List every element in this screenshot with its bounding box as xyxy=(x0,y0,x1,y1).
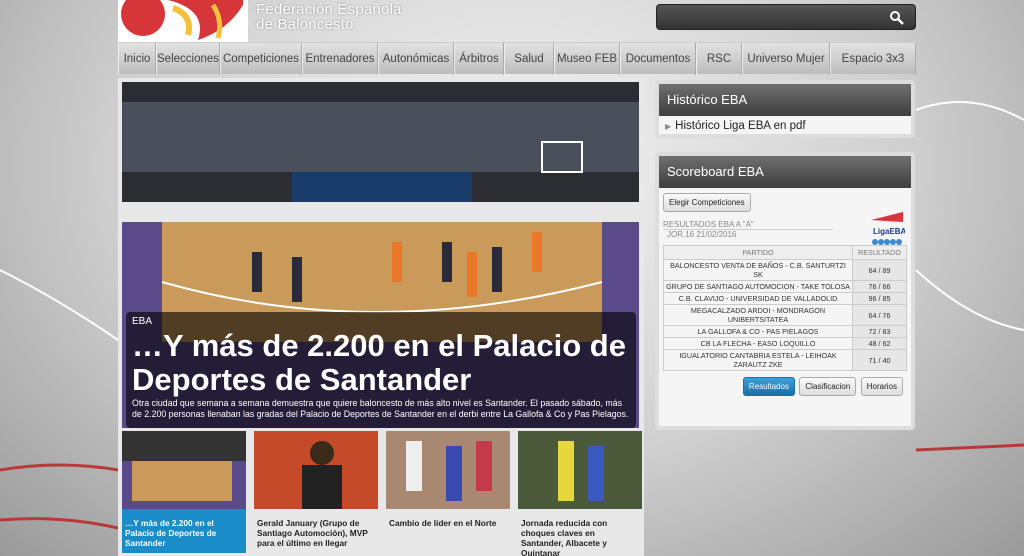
match-cell: BALONCESTO VENTA DE BAÑOS - C.B. SANTURT… xyxy=(663,259,853,281)
tab-resultados[interactable]: Resultados xyxy=(742,377,795,396)
search-input[interactable] xyxy=(656,4,916,30)
historico-link[interactable]: ▶ Histórico Liga EBA en pdf xyxy=(659,116,911,136)
tab-clasificacion[interactable]: Clasificacion xyxy=(799,377,857,396)
nav-item-universo-mujer[interactable]: Universo Mujer xyxy=(742,43,830,75)
historico-panel: Histórico EBA ▶ Histórico Liga EBA en pdf xyxy=(655,80,915,138)
table-row: LA GALLOFA & CO - PAS PIELAGOS 72 / 83 xyxy=(663,325,907,338)
result-cell: 96 / 85 xyxy=(852,292,907,305)
tab-horarios[interactable]: Horarios xyxy=(860,377,903,396)
nav-item-rsc[interactable]: RSC xyxy=(696,43,742,75)
news-thumb-4[interactable]: Jornada reducida con choques claves en S… xyxy=(518,431,642,556)
brand-line2: de Baloncesto xyxy=(256,16,354,33)
results-title: RESULTADOS EBA A "A" xyxy=(663,220,833,230)
thumb-photo xyxy=(254,431,378,509)
thumb-photo xyxy=(518,431,642,509)
svg-text:LigaEBA: LigaEBA xyxy=(873,227,905,236)
nav-item-entrenadores[interactable]: Entrenadores xyxy=(302,43,378,75)
result-cell: 71 / 40 xyxy=(852,349,907,371)
scoreboard-tabs: Resultados Clasificacion Horarios xyxy=(663,376,907,396)
thumb-photo xyxy=(122,431,246,509)
search-icon[interactable] xyxy=(889,10,905,26)
liga-eba-logo: LigaEBA xyxy=(871,212,905,245)
results-table: PARTIDO RESULTADO BALONCESTO VENTA DE BA… xyxy=(663,245,907,371)
match-cell: LA GALLOFA & CO - PAS PIELAGOS xyxy=(663,325,853,338)
news-thumb-1[interactable]: …Y más de 2.200 en el Palacio de Deporte… xyxy=(122,431,246,553)
result-cell: 48 / 62 xyxy=(852,337,907,350)
hero-caption: EBA …Y más de 2.200 en el Palacio de Dep… xyxy=(126,312,636,428)
thumb-label: Gerald January (Grupo de Santiago Automo… xyxy=(257,518,368,548)
table-row: C.B. CLAVIJO - UNIVERSIDAD DE VALLADOLID… xyxy=(663,292,907,305)
nav-item-selecciones[interactable]: Selecciones xyxy=(156,43,220,75)
thumb-label: Cambio de líder en el Norte xyxy=(389,518,497,528)
choose-competitions-button[interactable]: Elegir Competiciones xyxy=(663,193,751,212)
nav-item-arbitros[interactable]: Árbitros xyxy=(454,43,504,75)
table-row: BALONCESTO VENTA DE BAÑOS - C.B. SANTURT… xyxy=(663,259,907,281)
panel-title: Histórico EBA xyxy=(659,84,911,116)
thumb-label: …Y más de 2.200 en el Palacio de Deporte… xyxy=(125,518,217,548)
brand-name: Federación Española de Baloncesto xyxy=(256,2,402,32)
thumb-label: Jornada reducida con choques claves en S… xyxy=(521,518,608,556)
nav-item-documentos[interactable]: Documentos xyxy=(620,43,696,75)
feb-logo[interactable] xyxy=(118,0,248,42)
bullet-arrow-icon: ▶ xyxy=(665,122,672,131)
match-cell: C.B. CLAVIJO - UNIVERSIDAD DE VALLADOLID xyxy=(663,292,853,305)
historico-link-text[interactable]: Histórico Liga EBA en pdf xyxy=(675,120,805,132)
nav-item-autonomicas[interactable]: Autonómicas xyxy=(378,43,454,75)
table-row: MEGACALZADO ARDOI - MONDRAGON UNIBERTSIT… xyxy=(663,304,907,326)
match-cell: MEGACALZADO ARDOI - MONDRAGON UNIBERTSIT… xyxy=(663,304,853,326)
table-row: CB LA FLECHA - EASO LOQUILLO 48 / 62 xyxy=(663,337,907,350)
site-header: Federación Española de Baloncesto xyxy=(118,0,916,42)
nav-item-competiciones[interactable]: Competiciones xyxy=(220,43,302,75)
hero-category: EBA xyxy=(132,316,153,327)
nav-item-museo[interactable]: Museo FEB xyxy=(554,43,620,75)
news-thumb-3[interactable]: Cambio de líder en el Norte xyxy=(386,431,510,553)
nav-item-espacio-3x3[interactable]: Espacio 3x3 xyxy=(830,43,916,75)
result-cell: 76 / 66 xyxy=(852,280,907,293)
main-nav: Inicio Selecciones Competiciones Entrena… xyxy=(118,42,916,75)
scoreboard-panel: Scoreboard EBA Elegir Competiciones RESU… xyxy=(655,152,915,430)
panel-title: Scoreboard EBA xyxy=(659,156,911,188)
col-match: PARTIDO xyxy=(663,245,853,260)
hero-text: Otra ciudad que semana a semana demuestr… xyxy=(132,398,629,419)
match-cell: GRUPO DE SANTIAGO AUTOMOCION - TAKE TOLO… xyxy=(663,280,853,293)
table-row: GRUPO DE SANTIAGO AUTOMOCION - TAKE TOLO… xyxy=(663,280,907,293)
table-row: IGUALATORIO CANTABRIA ESTELA - LEIHOAK Z… xyxy=(663,349,907,371)
result-cell: 64 / 76 xyxy=(852,304,907,326)
thumb-photo xyxy=(386,431,510,509)
hero-slide[interactable]: EBA …Y más de 2.200 en el Palacio de Dep… xyxy=(122,82,639,428)
news-thumbnails: …Y más de 2.200 en el Palacio de Deporte… xyxy=(122,431,642,556)
main-content: EBA …Y más de 2.200 en el Palacio de Dep… xyxy=(118,78,644,556)
result-cell: 72 / 83 xyxy=(852,325,907,338)
match-cell: IGUALATORIO CANTABRIA ESTELA - LEIHOAK Z… xyxy=(663,349,853,371)
hero-title[interactable]: …Y más de 2.200 en el Palacio de Deporte… xyxy=(132,329,630,397)
news-thumb-2[interactable]: Gerald January (Grupo de Santiago Automo… xyxy=(254,431,378,553)
nav-item-salud[interactable]: Salud xyxy=(504,43,554,75)
result-cell: 64 / 89 xyxy=(852,259,907,281)
match-cell: CB LA FLECHA - EASO LOQUILLO xyxy=(663,337,853,350)
nav-item-inicio[interactable]: Inicio xyxy=(118,43,156,75)
brand-line1: Federación Española xyxy=(256,1,402,18)
